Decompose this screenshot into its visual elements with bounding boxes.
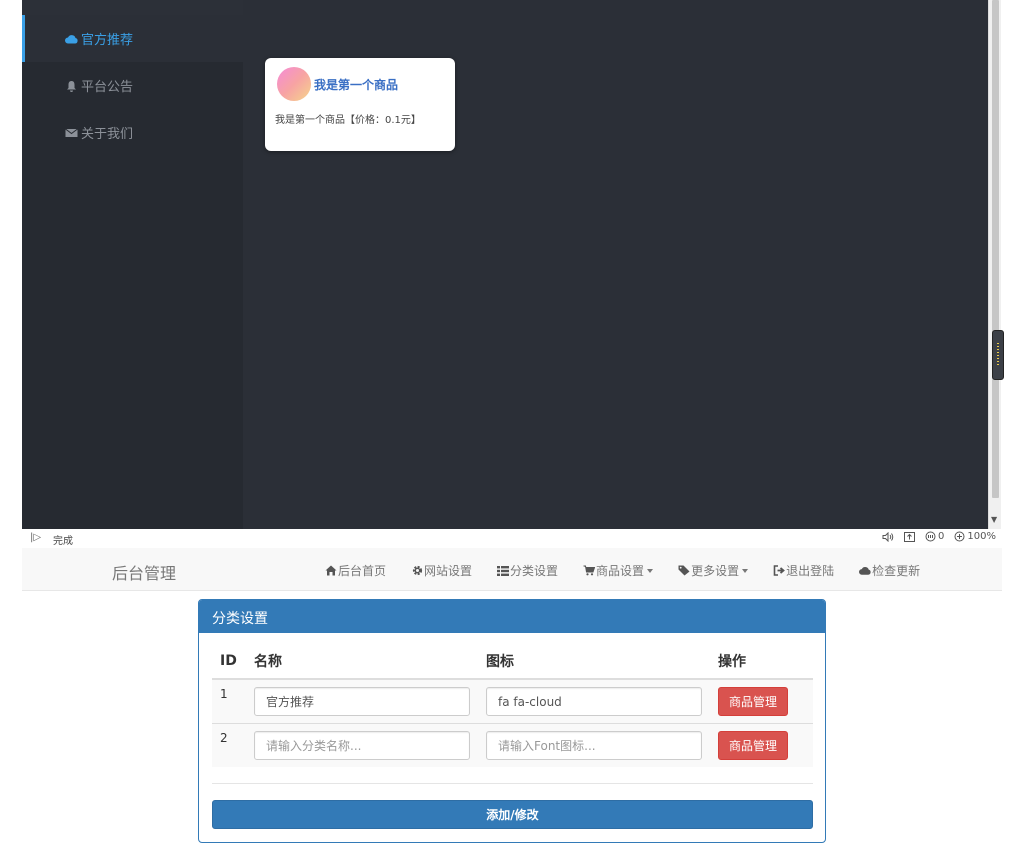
speaker-icon[interactable] — [882, 531, 894, 542]
dropdown-caret-icon — [742, 568, 749, 573]
sidebar-top-strip — [22, 0, 243, 15]
nav-item-label: 分类设置 — [510, 564, 559, 578]
category-name-input[interactable]: 请输入分类名称... — [254, 730, 470, 760]
envelope-icon — [64, 126, 78, 140]
divider — [212, 783, 813, 784]
nav-item-home[interactable]: 后台首页 — [325, 562, 386, 579]
home-icon — [325, 565, 337, 577]
navbar-brand[interactable]: 后台管理 — [112, 560, 176, 584]
bell-icon — [64, 79, 78, 93]
table-row: 1 官方推荐 fa fa-cloud 商品管理 — [212, 678, 813, 723]
category-name-input[interactable]: 官方推荐 — [254, 687, 470, 716]
row-id: 1 — [212, 678, 246, 723]
product-card[interactable]: 我是第一个商品 我是第一个商品【价格：0.1元】 — [265, 58, 455, 151]
column-header-name: 名称 — [246, 644, 478, 680]
navbar-menu: 后台首页 网站设置 分类设置 商品设置 更多设置 退出登陆 检查更新 — [325, 562, 945, 579]
icon-cell: fa fa-cloud — [478, 678, 710, 723]
nav-item-logout[interactable]: 退出登陆 — [773, 562, 834, 579]
site-preview: 官方推荐 平台公告 关于我们 我是第一个商品 我是第一个商品【价格：0.1元】 — [22, 0, 988, 529]
nav-item-label: 网站设置 — [424, 564, 473, 578]
nav-item-site-settings[interactable]: 网站设置 — [411, 562, 472, 579]
play-icon[interactable]: |▷ — [30, 532, 41, 543]
manage-products-button[interactable]: 商品管理 — [718, 687, 788, 716]
nav-item-category-settings[interactable]: 分类设置 — [497, 562, 558, 579]
name-cell: 请输入分类名称... — [246, 722, 478, 767]
sidebar-item-about-us[interactable]: 关于我们 — [22, 109, 243, 156]
sidebar-item-announcement[interactable]: 平台公告 — [22, 62, 243, 109]
zoom-level: 100% — [967, 531, 996, 542]
icon-cell: 请输入Font图标... — [478, 722, 710, 767]
badge-counter[interactable]: 0 — [925, 531, 944, 542]
status-text: 完成 — [53, 536, 73, 547]
column-header-icon: 图标 — [478, 644, 710, 680]
counter-icon — [925, 531, 936, 542]
table-header-row: ID 名称 图标 操作 — [212, 644, 813, 680]
nav-item-label: 后台首页 — [338, 564, 387, 578]
panel-title: 分类设置 — [199, 600, 825, 633]
sidebar-item-official-recommend[interactable]: 官方推荐 — [22, 15, 243, 62]
upload-icon[interactable] — [904, 531, 916, 542]
sign-out-icon — [773, 565, 785, 577]
cart-icon — [583, 565, 596, 577]
status-bar: |▷ 完成 0 100% — [22, 529, 1002, 548]
zoom-icon — [954, 531, 965, 542]
sidebar: 官方推荐 平台公告 关于我们 — [22, 0, 243, 529]
nav-item-label: 退出登陆 — [786, 564, 835, 578]
list-icon — [497, 565, 510, 577]
tag-icon — [678, 565, 690, 577]
manage-products-button[interactable]: 商品管理 — [718, 730, 788, 760]
drag-handle[interactable] — [992, 330, 1004, 380]
category-icon-input[interactable]: fa fa-cloud — [486, 687, 702, 716]
nav-item-label: 商品设置 — [596, 564, 645, 578]
category-icon-input[interactable]: 请输入Font图标... — [486, 730, 702, 760]
category-table: ID 名称 图标 操作 1 官方推荐 fa fa-cloud 商品管理 2 请输… — [212, 644, 813, 767]
category-settings-panel: 分类设置 ID 名称 图标 操作 1 官方推荐 fa fa-cloud 商品管理 — [198, 599, 826, 843]
sidebar-item-label: 平台公告 — [81, 80, 134, 95]
sidebar-item-label: 官方推荐 — [81, 33, 134, 48]
preview-scrollbar[interactable]: ▼ — [988, 0, 1001, 529]
action-cell: 商品管理 — [710, 722, 813, 767]
nav-item-label: 检查更新 — [872, 564, 921, 578]
scroll-down-icon[interactable]: ▼ — [991, 515, 997, 524]
badge-count: 0 — [938, 531, 945, 542]
table-row: 2 请输入分类名称... 请输入Font图标... 商品管理 — [212, 722, 813, 767]
scrollbar-thumb[interactable] — [992, 0, 999, 498]
add-modify-button[interactable]: 添加/修改 — [212, 800, 813, 829]
nav-item-check-update[interactable]: 检查更新 — [859, 562, 920, 579]
zoom-control[interactable]: 100% — [954, 531, 996, 542]
product-logo — [277, 67, 311, 101]
action-cell: 商品管理 — [710, 678, 813, 723]
product-description: 我是第一个商品【价格：0.1元】 — [275, 115, 421, 126]
column-header-action: 操作 — [710, 644, 813, 680]
sidebar-item-label: 关于我们 — [81, 127, 134, 142]
cloud-icon — [64, 32, 78, 46]
name-cell: 官方推荐 — [246, 678, 478, 723]
gear-icon — [411, 565, 423, 577]
nav-item-product-settings[interactable]: 商品设置 — [583, 562, 654, 579]
column-header-id: ID — [212, 644, 246, 680]
product-title: 我是第一个商品 — [314, 78, 399, 92]
dropdown-caret-icon — [647, 568, 654, 573]
nav-item-more-settings[interactable]: 更多设置 — [678, 562, 749, 579]
nav-item-label: 更多设置 — [691, 564, 740, 578]
cloud-icon — [859, 565, 871, 577]
admin-navbar: 后台管理 后台首页 网站设置 分类设置 商品设置 更多设置 退出登陆 检查更新 — [22, 548, 1002, 591]
row-id: 2 — [212, 722, 246, 767]
